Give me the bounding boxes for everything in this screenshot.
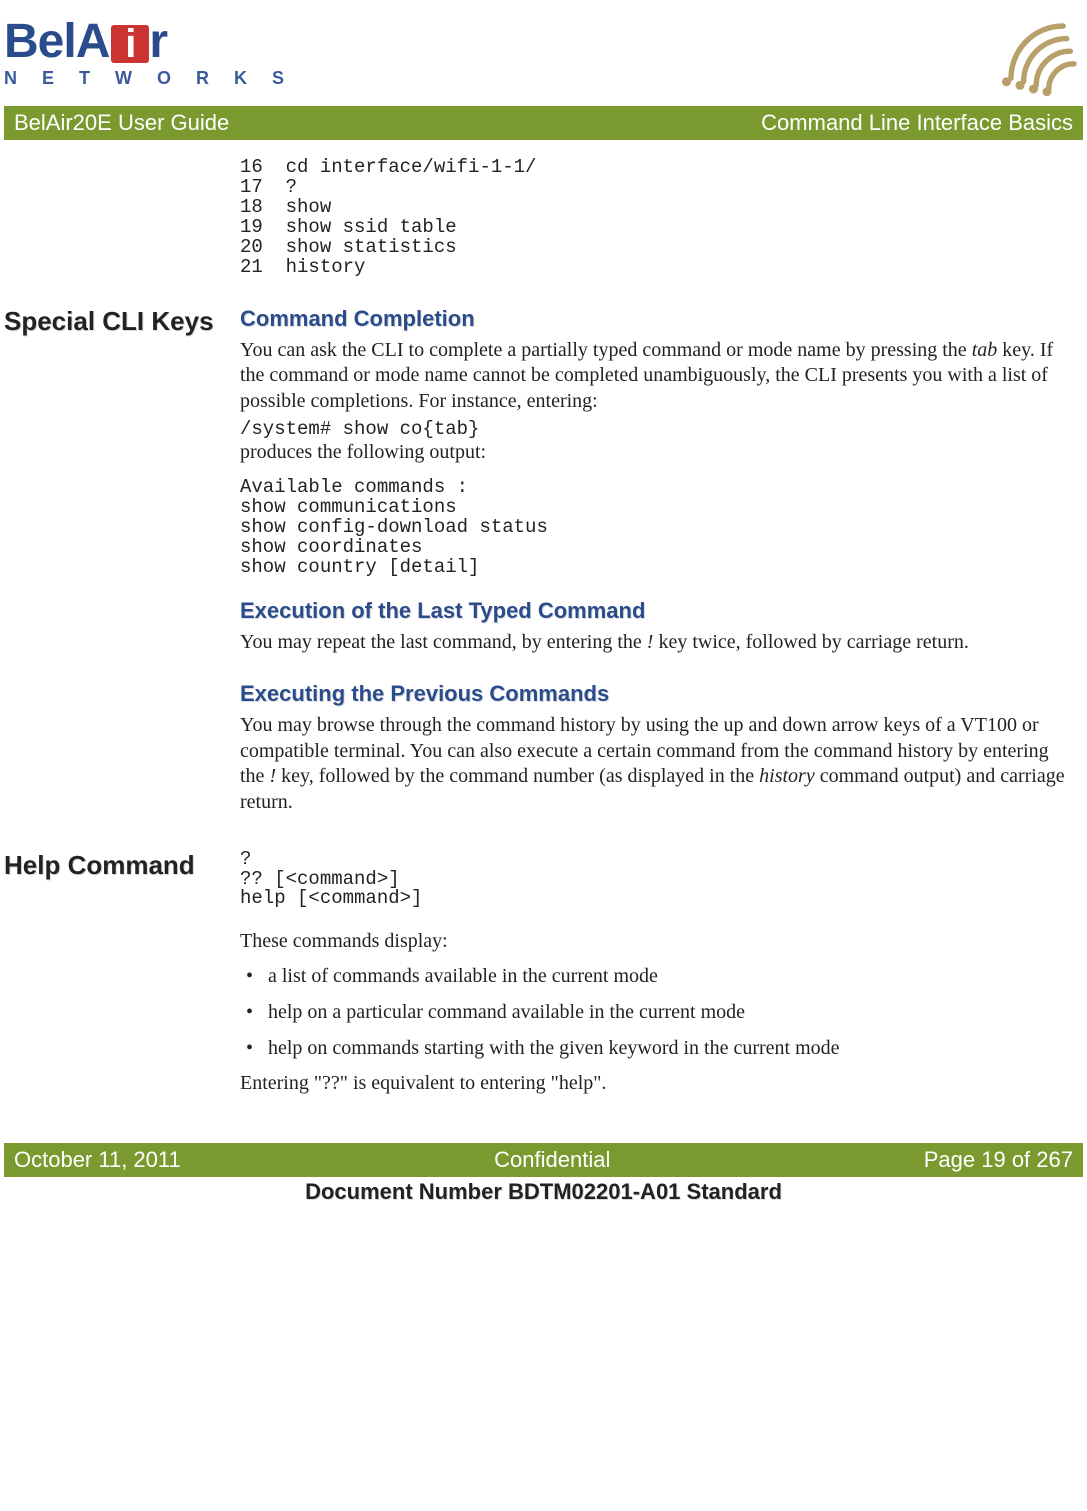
para-browse-history: You may browse through the command histo… [240,713,1069,815]
chapter-title: Command Line Interface Basics [761,110,1073,136]
code-help-syntax: ? ?? [<command>] help [<command>] [240,850,1069,910]
list-item: help on commands starting with the given… [240,1035,1069,1061]
arcs-icon [993,8,1083,98]
company-logo: BelAir N E T W O R K S [4,18,294,89]
side-heading-special-cli-keys: Special CLI Keys [4,306,232,337]
footer-green-bar: October 11, 2011 Confidential Page 19 of… [4,1143,1083,1177]
list-item: a list of commands available in the curr… [240,963,1069,989]
footer-date: October 11, 2011 [14,1147,181,1173]
para-double-qmark: Entering "??" is equivalent to entering … [240,1071,1069,1097]
logo-subtext: N E T W O R K S [4,68,294,89]
code-tab-example: /system# show co{tab} [240,420,1069,440]
history-output-code: 16 cd interface/wifi-1-1/ 17 ? 18 show 1… [240,158,1069,278]
page-header: BelAir N E T W O R K S [0,0,1087,98]
history-cmd-ref: history [759,765,815,787]
tab-key-ref: tab [972,339,998,361]
code-available-commands: Available commands : show communications… [240,478,1069,578]
top-green-bar: BelAir20E User Guide Command Line Interf… [4,106,1083,140]
page-content: 16 cd interface/wifi-1-1/ 17 ? 18 show 1… [0,158,1087,1103]
guide-title: BelAir20E User Guide [14,110,229,136]
para-produces-output: produces the following output: [240,440,1069,466]
footer-page-number: Page 19 of 267 [924,1147,1073,1173]
logo-red-i-icon: i [111,25,149,63]
para-completion-intro: You can ask the CLI to complete a partia… [240,338,1069,415]
heading-executing-previous: Executing the Previous Commands [240,681,1069,707]
help-bullet-list: a list of commands available in the curr… [240,963,1069,1061]
logo-brandname: BelAir [4,18,294,66]
para-commands-display: These commands display: [240,929,1069,955]
list-item: help on a particular command available i… [240,999,1069,1025]
heading-execution-last: Execution of the Last Typed Command [240,598,1069,624]
footer-confidential: Confidential [494,1147,610,1173]
heading-command-completion: Command Completion [240,306,1069,332]
document-number: Document Number BDTM02201-A01 Standard [0,1179,1087,1205]
side-heading-help-command: Help Command [4,850,232,881]
para-repeat-last: You may repeat the last command, by ente… [240,630,1069,656]
